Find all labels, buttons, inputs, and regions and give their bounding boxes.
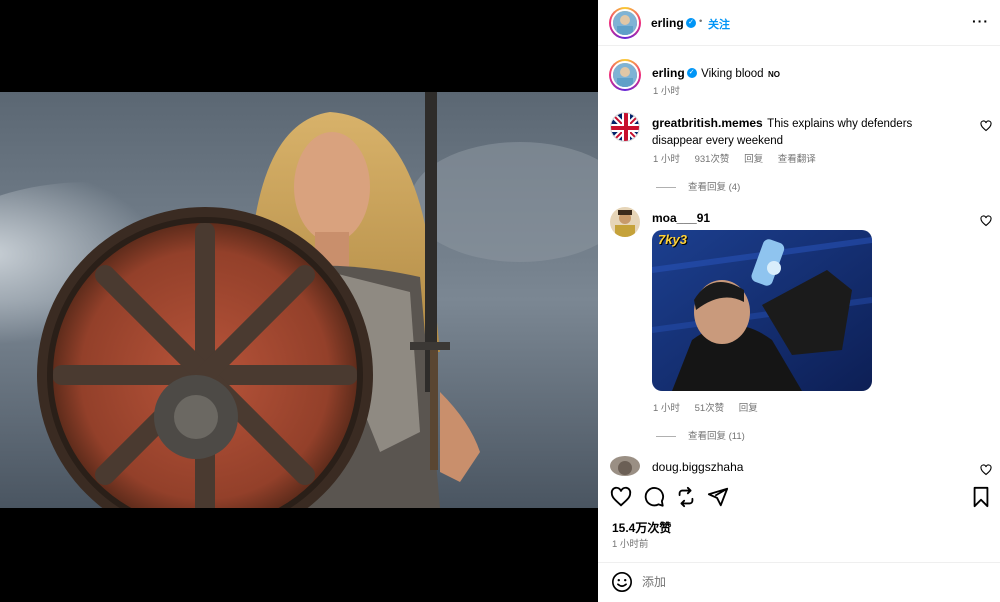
posted-time: 1 小时前	[612, 539, 649, 550]
comment-bubble-icon[interactable]	[643, 486, 665, 508]
comment-avatar-greatbritish[interactable]	[610, 112, 640, 142]
comment-username[interactable]: greatbritish.memes	[652, 116, 763, 130]
author-avatar[interactable]	[609, 7, 641, 39]
like-comment-heart-icon[interactable]	[980, 215, 992, 227]
post-side-panel: erling ✓ • 关注 ··· erling ✓ Viking blood N…	[598, 0, 1000, 602]
comment-time: 1 小时	[653, 403, 680, 414]
caption-avatar[interactable]	[609, 59, 641, 91]
gif-overlay-text: 7ky3	[658, 232, 687, 247]
caption-text: Viking blood	[701, 68, 764, 80]
reply-line	[656, 435, 676, 437]
author-username[interactable]: erling	[651, 16, 684, 30]
like-heart-icon[interactable]	[610, 486, 632, 508]
reply-line	[656, 186, 676, 188]
view-replies-label: 查看回复 (4)	[688, 182, 741, 193]
view-replies-label: 查看回复 (11)	[688, 431, 745, 442]
view-replies-button[interactable]: 查看回复 (4)	[656, 179, 740, 193]
post-action-bar	[598, 482, 1000, 512]
viking-photo-illustration	[0, 92, 598, 508]
caption: erling ✓ Viking blood NO	[652, 64, 780, 82]
share-send-icon[interactable]	[707, 486, 729, 508]
instagram-post-viewer: erling ✓ • 关注 ··· erling ✓ Viking blood N…	[0, 0, 1000, 602]
verified-badge-icon: ✓	[686, 67, 697, 78]
reply-button[interactable]: 回复	[744, 154, 763, 165]
translate-button[interactable]: 查看翻译	[778, 154, 816, 165]
follow-button[interactable]: 关注	[708, 16, 730, 32]
post-media-area	[0, 0, 598, 602]
verified-badge-icon: ✓	[686, 18, 696, 28]
likes-count[interactable]: 15.4万次赞	[612, 519, 671, 536]
reply-button[interactable]: 回复	[739, 403, 758, 414]
comment-avatar-moa[interactable]	[610, 207, 640, 237]
comment-body: greatbritish.memes This explains why def…	[652, 115, 952, 149]
add-comment-input[interactable]	[642, 571, 942, 593]
repost-icon[interactable]	[675, 486, 697, 508]
gif-image	[652, 230, 872, 391]
comment-avatar-doug[interactable]	[610, 456, 640, 476]
comment-likes[interactable]: 931次赞	[695, 154, 730, 165]
save-bookmark-icon[interactable]	[971, 486, 991, 508]
emoji-smile-icon[interactable]	[611, 571, 633, 593]
post-photo[interactable]	[0, 92, 598, 508]
comment-gif[interactable]: 7ky3	[652, 230, 872, 391]
more-options-icon[interactable]: ···	[972, 13, 989, 29]
post-header: erling ✓ • 关注 ···	[598, 0, 1000, 46]
caption-time: 1 小时	[653, 86, 680, 97]
comment-likes[interactable]: 51次赞	[695, 403, 725, 414]
like-comment-heart-icon[interactable]	[980, 464, 992, 476]
like-comment-heart-icon[interactable]	[980, 120, 992, 132]
view-replies-button[interactable]: 查看回复 (11)	[656, 428, 745, 442]
comment-username[interactable]: doug.biggszhaha	[652, 460, 743, 474]
comment-time: 1 小时	[653, 154, 680, 165]
comment-username[interactable]: moa___91	[652, 211, 710, 225]
norway-flag-label: NO	[768, 70, 781, 79]
header-dot: •	[699, 16, 703, 27]
caption-username[interactable]: erling	[652, 66, 685, 80]
add-comment-bar	[598, 562, 1000, 602]
comment-meta: 1 小时 51次赞 回复	[653, 400, 770, 414]
comment-meta: 1 小时 931次赞 回复 查看翻译	[653, 151, 828, 165]
